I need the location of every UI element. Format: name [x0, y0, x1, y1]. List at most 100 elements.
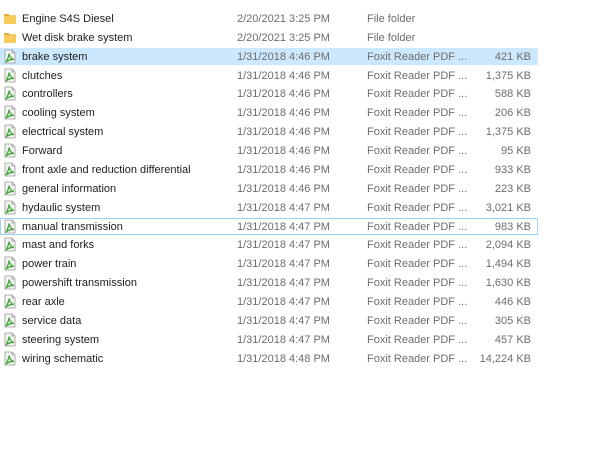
pdf-file-icon	[3, 256, 17, 271]
file-type: Foxit Reader PDF ...	[367, 220, 468, 233]
file-type: Foxit Reader PDF ...	[367, 201, 468, 214]
pdf-file-icon	[3, 200, 17, 215]
file-row[interactable]: powershift transmission 1/31/2018 4:47 P…	[0, 274, 538, 291]
file-date-modified: 2/20/2021 3:25 PM	[237, 12, 330, 25]
pdf-file-icon	[3, 124, 17, 139]
file-size: 446 KB	[494, 296, 531, 308]
pdf-file-icon	[3, 275, 17, 290]
pdf-file-icon	[3, 143, 17, 158]
file-date-modified: 1/31/2018 4:47 PM	[237, 296, 330, 308]
file-name: clutches	[22, 69, 63, 82]
file-type: Foxit Reader PDF ...	[367, 333, 468, 346]
file-date-modified: 1/31/2018 4:48 PM	[237, 352, 330, 365]
file-date-modified: 1/31/2018 4:46 PM	[237, 145, 330, 157]
file-name: front axle and reduction differential	[22, 163, 191, 176]
file-date-modified: 1/31/2018 4:47 PM	[237, 333, 330, 346]
file-size: 1,375 KB	[485, 126, 531, 139]
file-name: Engine S4S Diesel	[22, 12, 114, 25]
file-size: 223 KB	[494, 182, 531, 195]
pdf-file-icon	[3, 49, 17, 64]
file-name: hydaulic system	[22, 201, 101, 214]
file-size: 2,094 KB	[485, 239, 531, 252]
file-row[interactable]: rear axle 1/31/2018 4:47 PM Foxit Reader…	[0, 293, 538, 310]
file-type: Foxit Reader PDF ...	[367, 107, 468, 120]
file-date-modified: 1/31/2018 4:47 PM	[237, 239, 330, 252]
file-row[interactable]: service data 1/31/2018 4:47 PM Foxit Rea…	[0, 312, 538, 329]
file-size: 1,375 KB	[485, 69, 531, 82]
file-name: brake system	[22, 50, 88, 63]
file-name: mast and forks	[22, 239, 95, 252]
file-row[interactable]: electrical system 1/31/2018 4:46 PM Foxi…	[0, 123, 538, 140]
file-type: Foxit Reader PDF ...	[367, 314, 468, 327]
pdf-file-icon	[3, 351, 17, 366]
file-size: 421 KB	[494, 50, 531, 63]
file-row[interactable]: clutches 1/31/2018 4:46 PM Foxit Reader …	[0, 67, 538, 84]
file-size: 3,021 KB	[485, 201, 531, 214]
file-type: Foxit Reader PDF ...	[367, 296, 468, 308]
file-type: Foxit Reader PDF ...	[367, 277, 468, 290]
file-name: manual transmission	[22, 220, 123, 233]
file-name: cooling system	[22, 107, 95, 120]
file-row[interactable]: general information 1/31/2018 4:46 PM Fo…	[0, 180, 538, 197]
file-row[interactable]: Wet disk brake system 2/20/2021 3:25 PM …	[0, 29, 538, 46]
file-size: 457 KB	[494, 333, 531, 346]
file-row[interactable]: power train 1/31/2018 4:47 PM Foxit Read…	[0, 255, 538, 272]
file-type: Foxit Reader PDF ...	[367, 145, 468, 157]
pdf-file-icon	[3, 237, 17, 252]
file-row[interactable]: controllers 1/31/2018 4:46 PM Foxit Read…	[0, 85, 538, 102]
file-type: Foxit Reader PDF ...	[367, 126, 468, 139]
file-row[interactable]: Engine S4S Diesel 2/20/2021 3:25 PM File…	[0, 10, 538, 27]
file-row[interactable]: Forward 1/31/2018 4:46 PM Foxit Reader P…	[0, 142, 538, 159]
pdf-file-icon	[3, 105, 17, 120]
file-row[interactable]: mast and forks 1/31/2018 4:47 PM Foxit R…	[0, 236, 538, 253]
file-type: Foxit Reader PDF ...	[367, 258, 468, 271]
pdf-file-icon	[3, 332, 17, 347]
file-size: 588 KB	[494, 88, 531, 101]
file-row[interactable]: brake system 1/31/2018 4:46 PM Foxit Rea…	[0, 47, 538, 65]
file-name: Wet disk brake system	[22, 31, 133, 44]
file-date-modified: 1/31/2018 4:46 PM	[237, 69, 330, 82]
file-name: wiring schematic	[22, 352, 104, 365]
file-date-modified: 1/31/2018 4:47 PM	[237, 220, 330, 233]
file-type: File folder	[367, 12, 416, 25]
file-name: rear axle	[22, 296, 65, 308]
pdf-file-icon	[3, 313, 17, 328]
file-name: electrical system	[22, 126, 104, 139]
file-name: powershift transmission	[22, 277, 137, 290]
file-type: Foxit Reader PDF ...	[367, 69, 468, 82]
file-name: steering system	[22, 333, 100, 346]
folder-icon	[3, 11, 17, 26]
folder-icon	[3, 30, 17, 45]
file-row[interactable]: hydaulic system 1/31/2018 4:47 PM Foxit …	[0, 199, 538, 216]
file-list: Engine S4S Diesel 2/20/2021 3:25 PM File…	[0, 8, 540, 367]
file-size: 95 KB	[501, 145, 531, 157]
file-row[interactable]: steering system 1/31/2018 4:47 PM Foxit …	[0, 331, 538, 348]
file-row[interactable]: front axle and reduction differential 1/…	[0, 161, 538, 178]
file-size: 1,630 KB	[485, 277, 531, 290]
file-size: 305 KB	[494, 314, 531, 327]
file-row[interactable]: cooling system 1/31/2018 4:46 PM Foxit R…	[0, 104, 538, 121]
file-name: power train	[22, 258, 77, 271]
file-date-modified: 1/31/2018 4:47 PM	[237, 201, 330, 214]
file-row[interactable]: manual transmission 1/31/2018 4:47 PM Fo…	[0, 217, 538, 235]
file-row[interactable]: wiring schematic 1/31/2018 4:48 PM Foxit…	[0, 350, 538, 367]
file-date-modified: 1/31/2018 4:46 PM	[237, 182, 330, 195]
file-type: Foxit Reader PDF ...	[367, 182, 468, 195]
file-type: Foxit Reader PDF ...	[367, 50, 468, 63]
file-type: Foxit Reader PDF ...	[367, 352, 468, 365]
file-date-modified: 2/20/2021 3:25 PM	[237, 31, 330, 44]
file-date-modified: 1/31/2018 4:46 PM	[237, 126, 330, 139]
file-size: 14,224 KB	[479, 352, 531, 365]
file-type: Foxit Reader PDF ...	[367, 88, 468, 101]
pdf-file-icon	[3, 86, 17, 101]
file-size: 1,494 KB	[485, 258, 531, 271]
file-type: File folder	[367, 31, 416, 44]
file-type: Foxit Reader PDF ...	[367, 239, 468, 252]
file-date-modified: 1/31/2018 4:46 PM	[237, 50, 330, 63]
file-date-modified: 1/31/2018 4:47 PM	[237, 277, 330, 290]
file-size: 983 KB	[494, 220, 531, 233]
file-date-modified: 1/31/2018 4:46 PM	[237, 163, 330, 176]
file-date-modified: 1/31/2018 4:47 PM	[237, 314, 330, 327]
file-name: controllers	[22, 88, 73, 101]
file-type: Foxit Reader PDF ...	[367, 163, 468, 176]
